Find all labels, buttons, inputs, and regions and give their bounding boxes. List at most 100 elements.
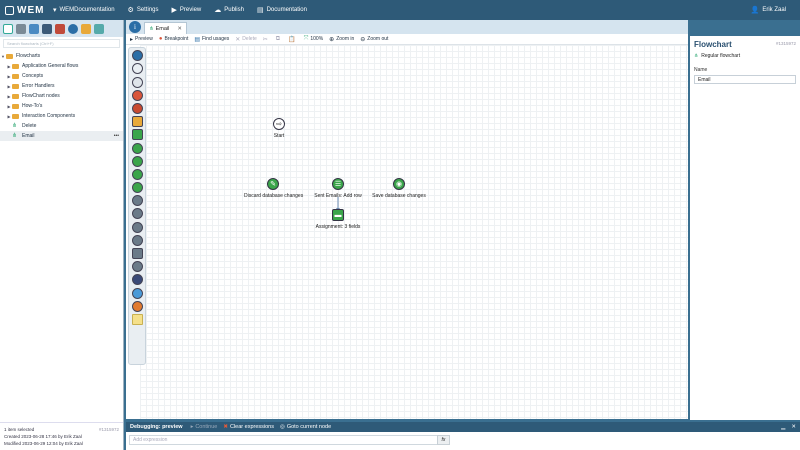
start-icon: ⇨ <box>273 118 285 130</box>
name-field[interactable]: Email <box>694 75 796 84</box>
info-icon[interactable] <box>131 50 143 62</box>
fx-button[interactable]: fx <box>437 435 450 445</box>
paste-icon: 📋 <box>288 36 296 43</box>
cloud-icon: ☁ <box>214 7 222 14</box>
user-name: Erik Zaal <box>762 7 786 13</box>
clear-expressions-button[interactable]: ✖ Clear expressions <box>223 424 274 430</box>
expression-input[interactable]: Add expression <box>129 435 449 445</box>
project-selector[interactable]: ▾ WEMDocumentation <box>53 6 115 14</box>
tree-item[interactable]: ▶ Concepts <box>0 71 123 81</box>
list-icon[interactable] <box>42 23 52 34</box>
node-assignment[interactable]: ▬ Assignment: 3 fields <box>312 209 364 230</box>
breakpoint-button[interactable]: ● Breakpoint <box>159 36 189 42</box>
alert-icon[interactable] <box>131 300 143 312</box>
close-icon[interactable]: ✕ <box>177 26 182 32</box>
zoom-reset-button[interactable]: ⤧ 100% <box>304 36 324 43</box>
cloud-icon[interactable] <box>29 23 39 34</box>
preview-tool-button[interactable]: ▸ Preview <box>130 36 153 43</box>
find-usages-button[interactable]: ▤ Find usages <box>194 36 229 43</box>
documentation-button[interactable]: ▤ Documentation <box>257 6 307 14</box>
stop-icon[interactable] <box>131 89 143 101</box>
flow-node-icon[interactable] <box>131 63 143 75</box>
database-node-icon[interactable] <box>131 168 143 180</box>
assignment-icon: ▬ <box>332 209 344 221</box>
assignment-icon[interactable] <box>131 129 143 141</box>
list-node-icon[interactable] <box>131 142 143 154</box>
clear-icon: ✖ <box>223 424 228 430</box>
top-nav: ▾ WEMDocumentation ⚙ Settings ▶ Preview ☁ Pu… <box>53 0 320 20</box>
window-controls: ▁ ✕ <box>775 424 796 430</box>
user-menu[interactable]: 👤 Erik Zaal <box>751 6 786 14</box>
info-icon[interactable]: i <box>129 21 141 33</box>
zoom-in-button[interactable]: ⊕ Zoom in <box>329 36 354 43</box>
play-icon: ▶ <box>171 7 177 14</box>
database-icon[interactable] <box>16 23 26 34</box>
paste-button[interactable]: 📋 <box>288 36 297 43</box>
flowchart-editor: i ⋔ Email ✕ ▸ Preview ● Breakpoint ▤ Find u… <box>126 20 688 419</box>
import-icon[interactable] <box>131 221 143 233</box>
continue-button[interactable]: ▸ Continue <box>191 424 218 430</box>
template-icon[interactable] <box>94 23 104 34</box>
preview-button[interactable]: ▶ Preview <box>172 6 202 14</box>
check-icon[interactable] <box>131 287 143 299</box>
gear-icon: ⚙ <box>127 7 134 14</box>
exit-icon[interactable] <box>131 102 143 114</box>
search-input[interactable]: Search flowcharts (Ctrl+F) <box>3 39 120 48</box>
left-toolbar <box>0 20 123 37</box>
tree-item[interactable]: ▶ Application General flows <box>0 61 123 71</box>
breakpoint-icon: ● <box>158 36 163 42</box>
flowchart-id: #1315972 <box>775 41 796 46</box>
note-icon[interactable] <box>131 313 143 325</box>
editor-tabs: i ⋔ Email ✕ <box>126 20 688 34</box>
selection-status: 1 item selected #1315972 Created 2023-06… <box>0 422 123 450</box>
tree-item[interactable]: ▶ Interaction Components <box>0 111 123 121</box>
tree-item[interactable]: ▶ Error Handlers <box>0 81 123 91</box>
find-icon: ▤ <box>194 36 201 43</box>
info-icon[interactable] <box>68 23 78 34</box>
node-sent-emails[interactable]: ☰ Sent Emails: Add row <box>312 178 364 199</box>
sub-flow-icon[interactable] <box>131 116 143 128</box>
tree-item-delete[interactable]: ⋔ Delete <box>0 121 123 131</box>
flowchart-icon[interactable] <box>55 23 65 34</box>
email-icon[interactable] <box>131 261 143 273</box>
flowchart-tree: ▼ Flowcharts ▶ Application General flows ▶… <box>0 50 123 141</box>
modified-info: Modified 2023-06-29 12:04 by Erik Zaal <box>4 441 83 446</box>
export-icon[interactable] <box>131 234 143 246</box>
flowchart-icon: ⋔ <box>12 133 18 139</box>
settings-button[interactable]: ⚙ Settings <box>128 6 159 14</box>
publish-button[interactable]: ☁ Publish <box>214 6 244 14</box>
decision-icon[interactable] <box>131 76 143 88</box>
tree-item[interactable]: ▶ How-To's <box>0 101 123 111</box>
tree-item-flowcharts[interactable]: ▼ Flowcharts <box>0 51 123 61</box>
tree-item-email[interactable]: ⋔ Email ••• <box>0 131 123 141</box>
zoom-in-icon: ⊕ <box>329 36 335 43</box>
brand-name: WEM <box>17 4 45 16</box>
user-node-icon[interactable] <box>131 274 143 286</box>
tab-email[interactable]: ⋔ Email ✕ <box>144 22 187 34</box>
folder-icon[interactable] <box>81 23 91 34</box>
zoom-out-button[interactable]: ⊖ Zoom out <box>360 36 388 43</box>
edit-node-icon[interactable] <box>131 182 143 194</box>
tree-item[interactable]: ▶ FlowChart nodes <box>0 91 123 101</box>
copy-button[interactable]: ⧉ <box>276 36 282 43</box>
share-icon[interactable] <box>3 23 13 34</box>
edit-icon: ✎ <box>267 178 279 190</box>
node-save-changes[interactable]: ◉ Save database changes <box>370 178 428 199</box>
wem-logo[interactable]: WEM <box>5 5 53 16</box>
cut-button[interactable]: ✂ <box>263 36 270 43</box>
delete-icon: ✕ <box>235 36 241 43</box>
item-id: #1315972 <box>98 427 119 432</box>
minimize-icon[interactable]: ▁ <box>781 424 785 430</box>
node-discard-changes[interactable]: ✎ Discard database changes <box>244 178 303 199</box>
webservice-icon[interactable] <box>131 208 143 220</box>
close-icon[interactable]: ✕ <box>791 424 796 430</box>
goto-node-button[interactable]: ◎ Goto current node <box>280 424 331 430</box>
navigate-icon[interactable] <box>131 195 143 207</box>
book-icon: ▤ <box>256 7 264 14</box>
node-start[interactable]: ⇨ Start <box>264 118 294 139</box>
loop-icon[interactable] <box>131 155 143 167</box>
delete-button[interactable]: ✕ Delete <box>235 36 256 43</box>
file-icon[interactable] <box>131 248 143 259</box>
more-icon[interactable]: ••• <box>114 133 119 139</box>
flowchart-canvas[interactable]: ⇨ Start ✎ Discard database changes ☰ Sen… <box>140 45 688 419</box>
